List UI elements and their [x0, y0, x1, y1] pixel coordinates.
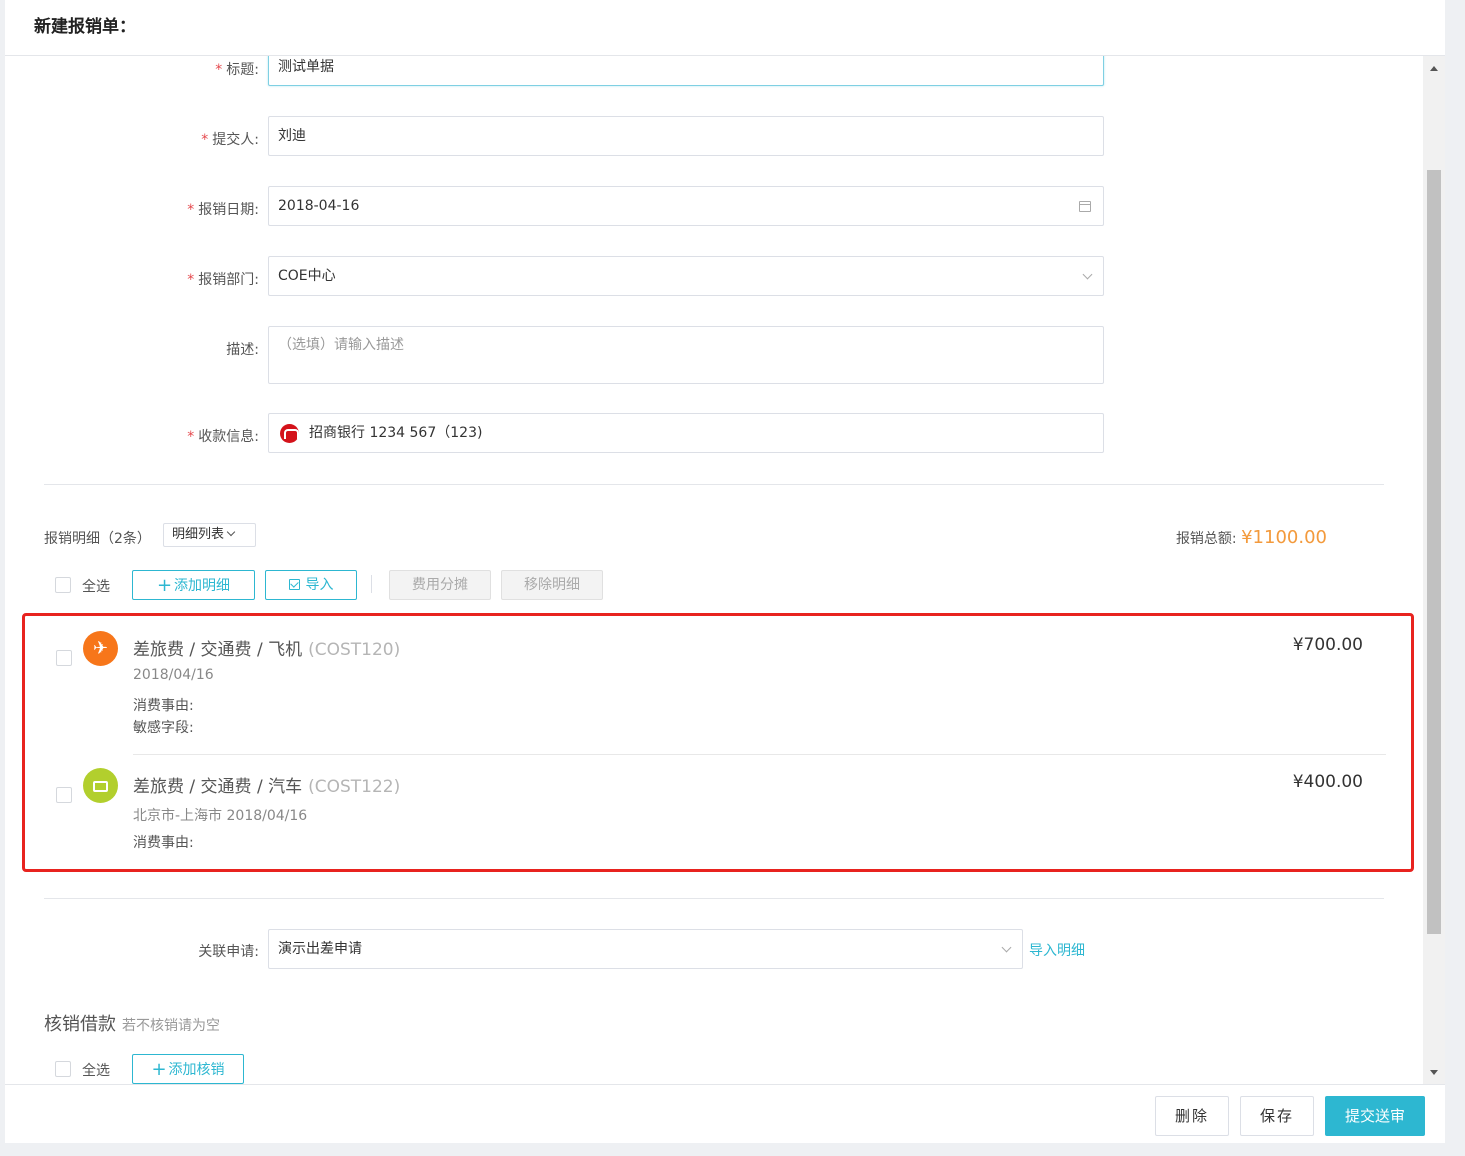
total-amount: ¥1100.00 — [1241, 527, 1327, 548]
reimbursement-dialog: 新建报销单： * 标题: 测试单据 * 提交人: 刘迪 * 报销日期: 2018-04… — [5, 0, 1445, 1143]
payee-label: * 收款信息: — [187, 429, 259, 445]
dialog-title: 新建报销单： — [34, 17, 136, 37]
submitter-label: * 提交人: — [201, 132, 259, 148]
department-select[interactable]: COE中心 — [268, 256, 1104, 296]
add-writeoff-button[interactable]: + 添加核销 — [132, 1054, 244, 1084]
import-icon — [288, 579, 300, 590]
writeoff-hint: 若不核销请为空 — [122, 1018, 220, 1034]
item-divider — [133, 754, 1386, 755]
submit-button[interactable]: 提交送审 — [1325, 1096, 1425, 1136]
payee-value: 招商银行 1234 567（123) — [309, 425, 483, 441]
detail-item-airplane[interactable]: ✈ 差旅费 / 交通费 / 飞机 (COST120) 2018/04/16 消费事… — [45, 631, 1385, 741]
related-label: 关联申请: — [198, 944, 259, 960]
item-date: 2018/04/16 — [133, 667, 214, 683]
chevron-down-icon — [1001, 942, 1012, 953]
divider — [44, 484, 1384, 485]
description-label: 描述: — [226, 342, 259, 358]
title-input[interactable]: 测试单据 — [268, 56, 1104, 86]
details-view-dropdown[interactable]: 明细列表 — [163, 523, 256, 547]
form-scroll-area[interactable]: * 标题: 测试单据 * 提交人: 刘迪 * 报销日期: 2018-04-16 * 报销… — [5, 56, 1445, 1084]
select-all-label: 全选 — [82, 579, 110, 595]
writeoff-select-all-label: 全选 — [82, 1063, 110, 1079]
scrollbar-thumb[interactable] — [1427, 170, 1441, 934]
department-label: * 报销部门: — [187, 272, 259, 288]
date-label: * 报销日期: — [187, 202, 259, 218]
item-reason: 消费事由: — [133, 698, 194, 714]
item-name: 差旅费 / 交通费 / 汽车 (COST122) — [133, 777, 401, 797]
title-label: * 标题: — [215, 62, 259, 78]
detail-item-bus[interactable]: 差旅费 / 交通费 / 汽车 (COST122) 北京市-上海市 2018/04/… — [45, 768, 1385, 858]
remove-detail-button[interactable]: 移除明细 — [501, 570, 603, 600]
delete-button[interactable]: 删除 — [1155, 1096, 1229, 1136]
item-reason: 消费事由: — [133, 835, 194, 851]
payee-select[interactable]: 招商银行 1234 567（123) — [268, 413, 1104, 453]
scroll-up-icon[interactable] — [1430, 66, 1438, 71]
chevron-down-icon — [1082, 269, 1093, 280]
add-detail-button[interactable]: + 添加明细 — [132, 570, 255, 600]
divider — [44, 898, 1384, 899]
dialog-header: 新建报销单： — [5, 0, 1445, 56]
airplane-icon: ✈ — [83, 631, 118, 666]
item-price: ¥700.00 — [1292, 635, 1363, 655]
item-price: ¥400.00 — [1292, 772, 1363, 792]
item-route-date: 北京市-上海市 2018/04/16 — [133, 808, 308, 824]
split-cost-button[interactable]: 费用分摊 — [389, 570, 491, 600]
writeoff-section-title: 核销借款 若不核销请为空 — [44, 1014, 220, 1035]
item-name: 差旅费 / 交通费 / 飞机 (COST120) — [133, 640, 401, 660]
bus-icon — [83, 768, 118, 803]
scroll-down-icon[interactable] — [1430, 1070, 1438, 1075]
writeoff-select-all-checkbox[interactable] — [55, 1061, 71, 1077]
submitter-input[interactable]: 刘迪 — [268, 116, 1104, 156]
toolbar-separator — [371, 575, 372, 593]
select-all-checkbox[interactable] — [55, 577, 71, 593]
vertical-scrollbar[interactable] — [1423, 56, 1445, 1084]
calendar-icon[interactable] — [1079, 201, 1091, 212]
plus-icon: + — [156, 575, 173, 596]
form-content: * 标题: 测试单据 * 提交人: 刘迪 * 报销日期: 2018-04-16 * 报销… — [5, 56, 1425, 1084]
save-button[interactable]: 保存 — [1240, 1096, 1314, 1136]
related-select[interactable]: 演示出差申请 — [268, 929, 1023, 969]
dialog-footer: 删除 保存 提交送审 — [5, 1084, 1445, 1143]
plus-icon: + — [151, 1059, 167, 1080]
details-title: 报销明细（2条） — [44, 531, 151, 547]
chevron-down-icon — [226, 527, 236, 537]
import-detail-link[interactable]: 导入明细 — [1029, 940, 1085, 960]
cmb-bank-icon — [280, 424, 299, 443]
details-total: 报销总额: ¥1100.00 — [1175, 527, 1327, 548]
description-textarea[interactable]: （选填）请输入描述 — [268, 326, 1104, 384]
date-picker[interactable]: 2018-04-16 — [268, 186, 1104, 226]
import-button[interactable]: 导入 — [265, 570, 357, 600]
item-sensitive: 敏感字段: — [133, 720, 194, 736]
